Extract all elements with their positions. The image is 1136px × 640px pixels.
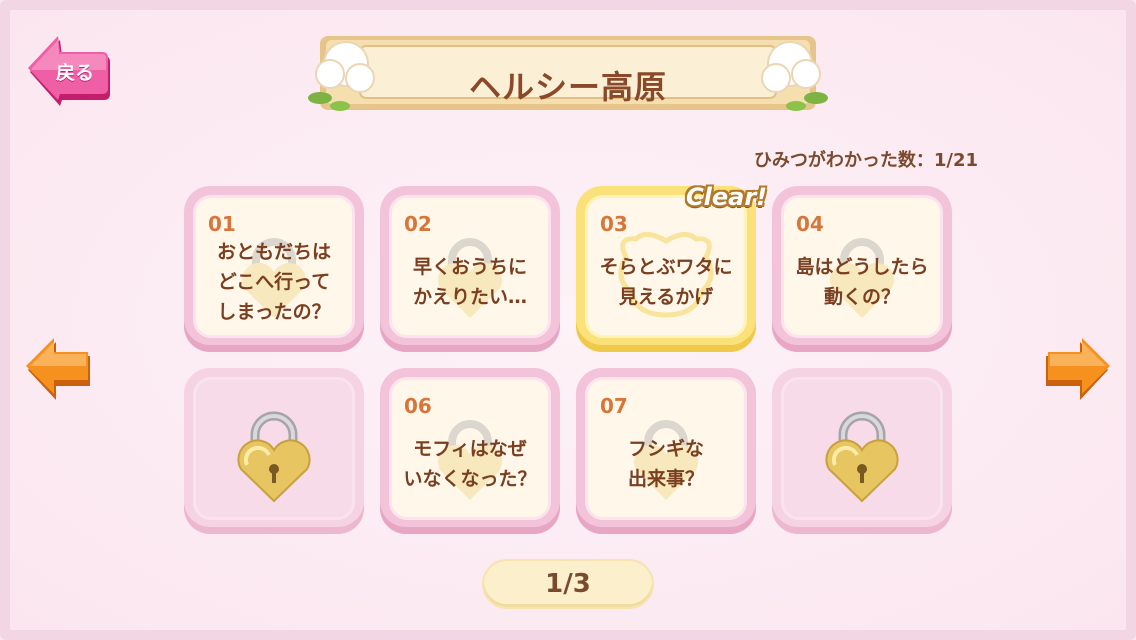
episode-card-01[interactable]: 01 おともだちは どこへ行って しまったの？	[184, 186, 364, 352]
card-number: 02	[404, 212, 432, 236]
page-title: ヘルシー高原	[468, 68, 667, 106]
card-number: 01	[208, 212, 236, 236]
card-title: 早くおうちに かえりたい…	[412, 255, 527, 308]
episode-card-07[interactable]: 07 フシギな 出来事？	[576, 368, 756, 534]
next-page-button[interactable]	[1042, 332, 1112, 402]
prev-page-button[interactable]	[24, 332, 94, 402]
card-title: フシギな 出来事？	[627, 437, 704, 490]
heart-padlock-icon	[825, 411, 899, 503]
card-number: 06	[404, 394, 432, 418]
arrow-left-icon	[26, 338, 90, 400]
card-inner	[193, 377, 355, 520]
card-inner: 03 そらとぶワタに 見えるかげ	[585, 195, 747, 338]
clear-badge: Clear!	[686, 183, 768, 211]
card-inner: 04 島はどうしたら 動くの？	[781, 195, 943, 338]
card-title: そらとぶワタに 見えるかげ	[599, 255, 733, 308]
heart-padlock-icon	[237, 411, 311, 503]
back-button-label: 戻る	[56, 62, 95, 84]
card-title: おともだちは どこへ行って しまったの？	[216, 240, 331, 323]
card-inner: 01 おともだちは どこへ行って しまったの？	[193, 195, 355, 338]
episode-card-locked[interactable]	[772, 368, 952, 534]
episode-card-02[interactable]: 02 早くおうちに かえりたい…	[380, 186, 560, 352]
card-inner: 07 フシギな 出来事？	[585, 377, 747, 520]
page-indicator: 1/3	[484, 561, 652, 607]
card-title: 島はどうしたら 動くの？	[795, 255, 929, 308]
card-title: モフィはなぜ いなくなった？	[403, 437, 537, 490]
title-banner: ヘルシー高原	[300, 22, 836, 126]
secret-count: ひみつがわかった数：1/21	[753, 150, 978, 171]
episode-card-locked[interactable]	[184, 368, 364, 534]
arrow-right-icon	[1046, 338, 1110, 400]
card-inner: 06 モフィはなぜ いなくなった？	[389, 377, 551, 520]
episode-card-04[interactable]: 04 島はどうしたら 動くの？	[772, 186, 952, 352]
card-number: 04	[796, 212, 824, 236]
card-inner	[781, 377, 943, 520]
episode-grid: 01 おともだちは どこへ行って しまったの？ 02 早くおうちに かえりたい……	[184, 186, 954, 536]
card-inner: 02 早くおうちに かえりたい…	[389, 195, 551, 338]
back-button[interactable]: 戻る	[26, 32, 112, 112]
card-number: 07	[600, 394, 628, 418]
episode-card-06[interactable]: 06 モフィはなぜ いなくなった？	[380, 368, 560, 534]
